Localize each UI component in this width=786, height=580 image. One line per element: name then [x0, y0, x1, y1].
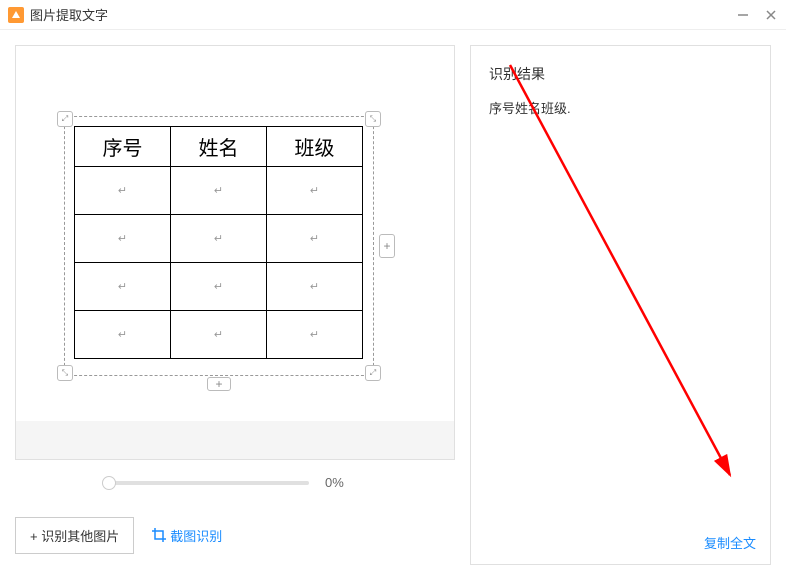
image-canvas[interactable]: ⤢ ⤡ ⤡ ⤢ + + 序号 姓名 班 — [16, 46, 454, 421]
crop-recognize-label: 截图识别 — [170, 526, 222, 545]
close-button[interactable] — [764, 8, 778, 22]
result-text[interactable]: 序号姓名班级. — [489, 98, 752, 546]
image-footer-spacer — [16, 421, 454, 459]
selection-handle-tl[interactable]: ⤢ — [57, 111, 73, 127]
app-window: 图片提取文字 ⤢ ⤡ ⤡ — [0, 0, 786, 580]
action-row: + 识别其他图片 截图识别 — [15, 505, 455, 565]
document-preview: ⤢ ⤡ ⤡ ⤢ + + 序号 姓名 班 — [26, 56, 444, 421]
copy-all-button[interactable]: 复制全文 — [704, 533, 756, 552]
image-viewer: ⤢ ⤡ ⤡ ⤢ + + 序号 姓名 班 — [15, 45, 455, 460]
result-pane: 识别结果 序号姓名班级. 复制全文 — [470, 45, 771, 565]
result-title: 识别结果 — [489, 64, 752, 84]
minimize-button[interactable] — [736, 8, 750, 22]
crop-recognize-button[interactable]: 截图识别 — [152, 526, 222, 545]
app-icon — [8, 7, 24, 23]
selection-frame[interactable]: ⤢ ⤡ ⤡ ⤢ + + — [64, 116, 374, 376]
selection-handle-tr[interactable]: ⤡ — [365, 111, 381, 127]
left-pane: ⤢ ⤡ ⤡ ⤢ + + 序号 姓名 班 — [15, 45, 455, 565]
selection-handle-br[interactable]: ⤢ — [365, 365, 381, 381]
window-controls — [736, 8, 778, 22]
zoom-slider[interactable] — [109, 481, 309, 485]
window-title: 图片提取文字 — [30, 5, 736, 24]
zoom-slider-thumb[interactable] — [102, 476, 116, 490]
recognize-other-button[interactable]: + 识别其他图片 — [15, 517, 134, 554]
selection-handle-right[interactable]: + — [379, 234, 395, 258]
main-content: ⤢ ⤡ ⤡ ⤢ + + 序号 姓名 班 — [0, 30, 786, 580]
selection-handle-bl[interactable]: ⤡ — [57, 365, 73, 381]
title-bar: 图片提取文字 — [0, 0, 786, 30]
selection-handle-bottom[interactable]: + — [207, 377, 231, 391]
crop-icon — [152, 528, 166, 542]
zoom-slider-row: 0% — [15, 460, 455, 505]
zoom-percent: 0% — [325, 475, 361, 490]
